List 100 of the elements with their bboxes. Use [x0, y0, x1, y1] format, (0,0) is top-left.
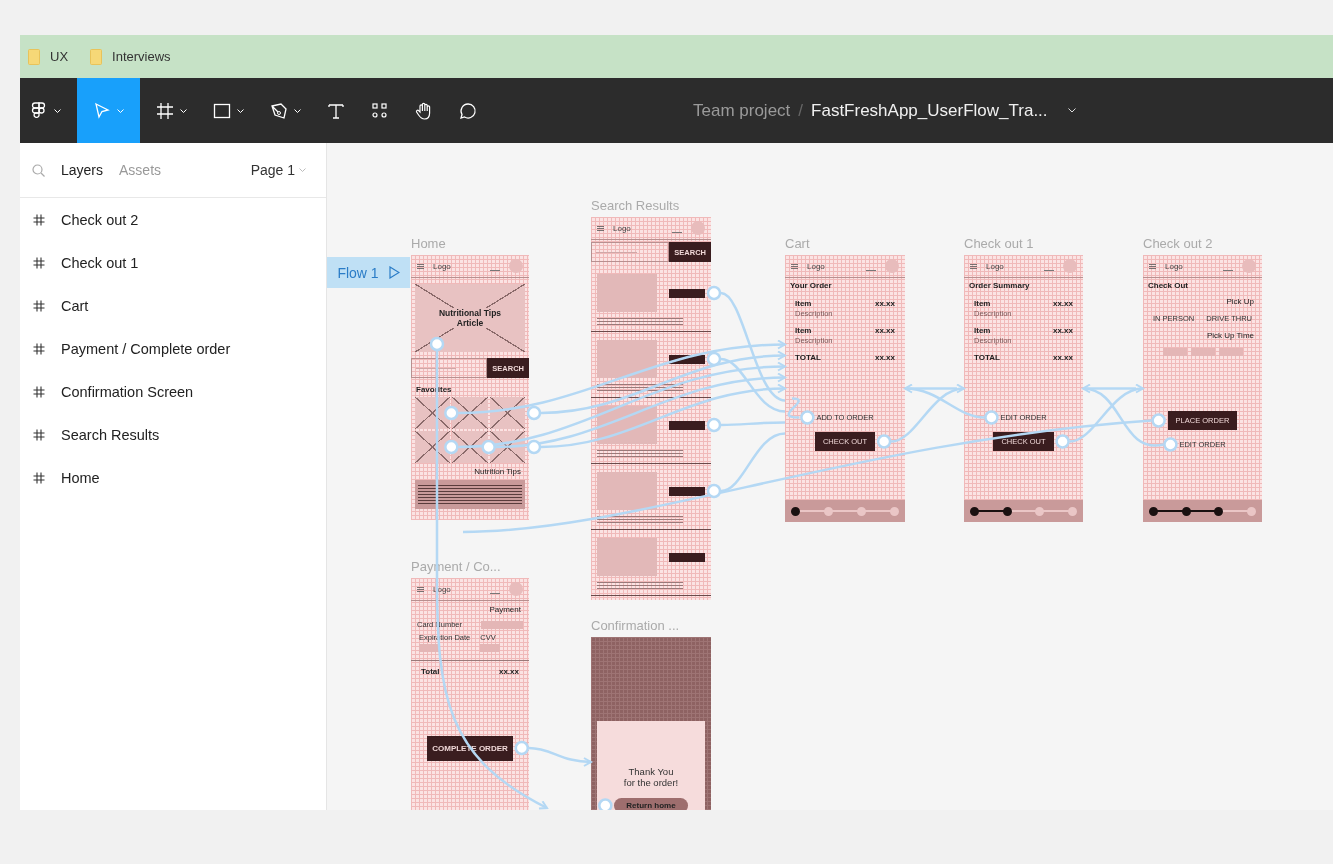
- figma-logo-icon: [30, 101, 48, 120]
- layer-item[interactable]: Confirmation Screen: [20, 370, 326, 413]
- caret-icon: [117, 109, 124, 114]
- layer-item[interactable]: Check out 2: [20, 198, 326, 241]
- folder-icon: [90, 48, 103, 65]
- connection-dot[interactable]: [526, 439, 542, 455]
- image-placeholder: [489, 397, 525, 429]
- add-item-button[interactable]: [669, 420, 705, 430]
- frame-icon: [33, 471, 45, 484]
- section-heading: Pick Up Time: [1205, 330, 1255, 342]
- section-heading: Payment: [488, 604, 522, 616]
- layer-item[interactable]: Cart: [20, 284, 326, 327]
- connection-dot[interactable]: [984, 410, 999, 425]
- connection-dot[interactable]: [1151, 413, 1166, 428]
- connection-dot[interactable]: [429, 336, 445, 352]
- hand-icon: [415, 101, 433, 120]
- pen-icon: [270, 101, 288, 120]
- item-price: xx.xx: [874, 326, 895, 335]
- frame-icon: [33, 385, 45, 398]
- avatar-placeholder: [1063, 259, 1077, 273]
- play-icon[interactable]: [388, 266, 400, 279]
- connection-dot[interactable]: [1055, 434, 1070, 449]
- layer-item[interactable]: Home: [20, 456, 326, 499]
- text-line: [866, 269, 876, 271]
- item-name: TOTAL: [795, 353, 821, 362]
- caret-icon[interactable]: [1067, 108, 1076, 113]
- wireframe-screen[interactable]: Thank You for the order! Return home: [591, 637, 711, 810]
- menu-icon[interactable]: [970, 263, 977, 269]
- frame-icon: [33, 299, 45, 312]
- caret-icon: [180, 109, 187, 114]
- menu-icon[interactable]: [417, 263, 424, 269]
- add-item-button[interactable]: [669, 486, 705, 496]
- section-heading: Nutrition Tips: [473, 466, 522, 478]
- menu-icon[interactable]: [417, 586, 424, 592]
- add-item-button[interactable]: [669, 354, 705, 364]
- bookmark[interactable]: Interviews: [90, 48, 171, 65]
- flow-connector[interactable]: [462, 419, 1152, 534]
- input-field[interactable]: [419, 644, 439, 652]
- connection-dot[interactable]: [481, 439, 496, 455]
- text-tool-icon: [327, 101, 345, 120]
- layer-item[interactable]: Payment / Complete order: [20, 327, 326, 370]
- logo-text: Logo: [433, 261, 451, 271]
- item-price: xx.xx: [874, 299, 895, 308]
- input-field[interactable]: [481, 620, 523, 629]
- text-line: [1223, 269, 1233, 271]
- team-link[interactable]: Team project: [693, 100, 791, 121]
- logo-text: Logo: [613, 223, 631, 233]
- connection-dot[interactable]: [1163, 437, 1178, 452]
- menu-icon[interactable]: [597, 225, 604, 231]
- connection-dot[interactable]: [706, 483, 722, 499]
- add-item-button[interactable]: [669, 288, 705, 298]
- connection-dot[interactable]: [444, 405, 459, 421]
- item-name: Item: [795, 326, 813, 335]
- layer-item[interactable]: Search Results: [20, 413, 326, 456]
- layer-item[interactable]: Check out 1: [20, 241, 326, 284]
- menu-icon[interactable]: [1149, 263, 1156, 269]
- connection-dot[interactable]: [526, 405, 542, 421]
- flow-connector[interactable]: [458, 361, 786, 449]
- frame-icon: [33, 342, 45, 355]
- file-name[interactable]: FastFreshApp_UserFlow_Tra...: [811, 100, 1048, 121]
- panel-tab[interactable]: Layers: [61, 162, 104, 178]
- search-field[interactable]: [591, 242, 670, 262]
- item-price: xx.xx: [1052, 353, 1073, 362]
- connection-dot[interactable]: [876, 434, 892, 449]
- thank-you-text: Thank You: [628, 766, 674, 777]
- input-field[interactable]: [480, 644, 501, 652]
- section-label: Order Summary: [968, 280, 1031, 292]
- add-item-button[interactable]: [669, 552, 705, 562]
- flow-connector[interactable]: [458, 339, 786, 415]
- item-price: xx.xx: [1052, 326, 1073, 335]
- flow-connector[interactable]: [495, 372, 786, 449]
- connection-dot[interactable]: [800, 410, 815, 425]
- menu-icon[interactable]: [791, 263, 798, 269]
- connection-dot[interactable]: [706, 417, 722, 433]
- flow-connector[interactable]: [540, 383, 786, 449]
- flow-connector[interactable]: [540, 350, 786, 415]
- time-slot[interactable]: [1190, 348, 1215, 356]
- item-price: xx.xx: [1052, 299, 1073, 308]
- connection-dot[interactable]: [444, 439, 459, 455]
- avatar-placeholder: [509, 259, 523, 273]
- text-line: [490, 269, 500, 271]
- image-placeholder: [597, 538, 657, 576]
- connection-dot[interactable]: [706, 285, 722, 301]
- item-price: xx.xx: [498, 667, 519, 676]
- section-label: Check Out: [1147, 280, 1189, 292]
- logo-text: Logo: [1165, 261, 1183, 271]
- section-label: Favorites: [415, 384, 453, 396]
- page-dropdown[interactable]: Page 1: [250, 162, 306, 178]
- time-slot[interactable]: [1218, 348, 1243, 356]
- return-home-button[interactable]: Return home: [614, 798, 688, 810]
- search-field[interactable]: [411, 358, 488, 378]
- avatar-placeholder: [509, 582, 523, 596]
- thank-you-text: for the order!: [623, 777, 679, 788]
- breadcrumb-separator: /: [798, 100, 804, 121]
- connection-dot[interactable]: [706, 351, 722, 367]
- search-icon[interactable]: [32, 163, 45, 177]
- item-name: Item: [974, 299, 992, 308]
- time-slot[interactable]: [1162, 348, 1187, 356]
- bookmark[interactable]: UX: [28, 48, 69, 65]
- connection-dot[interactable]: [514, 740, 530, 756]
